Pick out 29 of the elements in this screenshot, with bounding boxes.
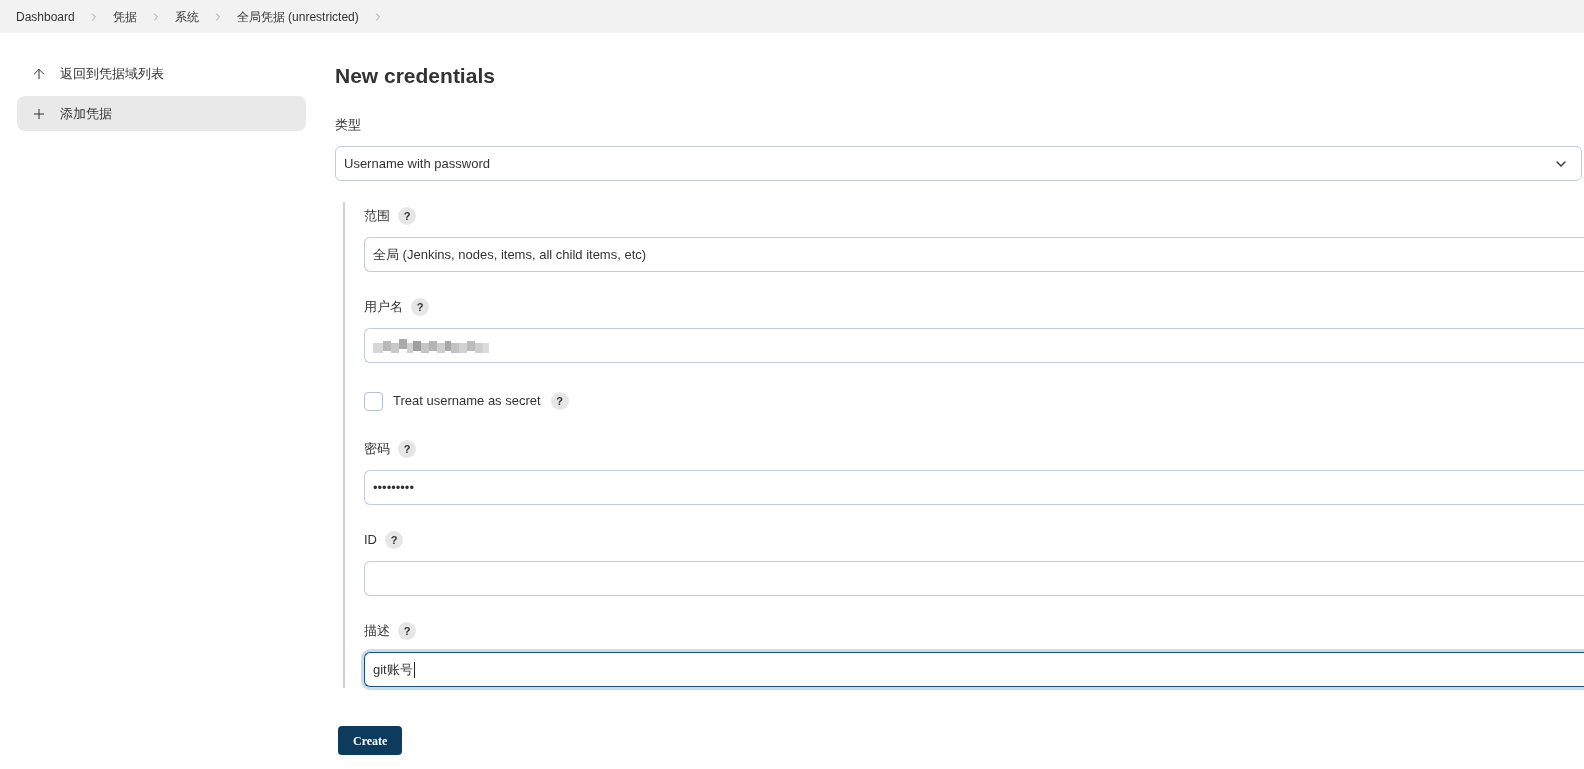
help-button[interactable]: ? — [411, 298, 429, 316]
field-label: ID — [364, 531, 377, 550]
input-field[interactable]: ••••••••• — [364, 470, 1584, 505]
field-label: 范围 — [364, 207, 390, 226]
field-label: 类型 — [335, 116, 362, 134]
help-button[interactable]: ? — [385, 531, 403, 549]
help-button[interactable]: ? — [550, 392, 569, 410]
sidebar-item[interactable]: 返回到凭据域列表 — [17, 56, 306, 91]
checkbox-label: Treat username as secret — [393, 392, 541, 411]
input-field[interactable]: 全局 (Jenkins, nodes, items, all child items, etc) — [364, 237, 1584, 272]
breadcrumb-link[interactable]: 系统 — [174, 7, 199, 26]
input-field[interactable] — [364, 328, 1584, 363]
breadcrumb-link[interactable]: 全局凭据 (unrestricted) — [236, 7, 359, 26]
sidebar-item[interactable]: 添加凭据 — [17, 96, 306, 131]
type-select[interactable]: Username with password — [335, 146, 1582, 181]
text-cursor-icon — [413, 661, 415, 678]
help-button[interactable]: ? — [398, 207, 416, 225]
breadcrumb-link[interactable]: Dashboard — [16, 7, 75, 26]
field-label: 密码 — [364, 440, 390, 459]
field-label: 用户名 — [364, 298, 403, 317]
create-button[interactable]: Create — [338, 726, 403, 755]
help-button[interactable]: ? — [398, 440, 416, 458]
checkbox[interactable] — [364, 391, 383, 411]
breadcrumb-link[interactable]: 凭据 — [112, 7, 137, 26]
input-field[interactable]: git账号 — [364, 652, 1584, 687]
input-field[interactable] — [364, 561, 1584, 596]
help-button[interactable]: ? — [398, 622, 416, 640]
field-label: 描述 — [364, 622, 390, 641]
page-title: New credentials — [335, 63, 496, 89]
